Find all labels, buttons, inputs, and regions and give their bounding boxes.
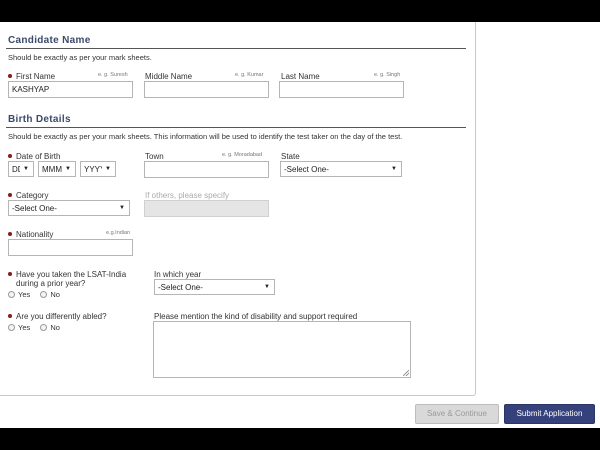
first-name-label: First Name: [8, 72, 55, 81]
differently-abled-no-option[interactable]: No: [40, 323, 60, 332]
category-label: Category: [8, 191, 48, 200]
top-black-bar: [0, 0, 600, 22]
radio-button[interactable]: [40, 324, 48, 331]
radio-button[interactable]: [8, 324, 15, 331]
dropdown-arrow-icon: ▼: [119, 205, 125, 211]
lsat-prior-label: Have you taken the LSAT-India: [8, 270, 126, 279]
differently-abled-label: Are you differently abled?: [8, 312, 107, 321]
bottom-black-bar: [0, 428, 600, 450]
dropdown-arrow-icon: ▼: [391, 166, 397, 172]
last-name-hint: e. g. Singh: [374, 72, 401, 78]
which-year-select[interactable]: -Select One- ▼: [154, 279, 275, 295]
save-continue-button[interactable]: Save & Continue: [415, 404, 499, 424]
dob-day-select[interactable]: DD▼: [8, 161, 34, 177]
radio-button[interactable]: [40, 291, 48, 298]
differently-abled-radio-group: Yes No: [8, 323, 68, 332]
others-specify-label: If others, please specify: [145, 191, 230, 200]
resize-grip-icon[interactable]: [403, 370, 409, 376]
others-specify-input[interactable]: [144, 200, 269, 217]
lsat-prior-no-option[interactable]: No: [40, 290, 60, 299]
radio-button[interactable]: [8, 291, 15, 298]
town-input[interactable]: [144, 161, 269, 178]
dropdown-arrow-icon: ▼: [65, 166, 71, 172]
lsat-prior-label-line2: during a prior year?: [16, 279, 86, 288]
dob-year-select[interactable]: YYYY▼: [80, 161, 116, 177]
category-select[interactable]: -Select One- ▼: [8, 200, 130, 216]
middle-name-input[interactable]: [144, 81, 269, 98]
lsat-prior-radio-group: Yes No: [8, 290, 68, 299]
section-divider: [6, 127, 466, 128]
application-page: Candidate Name Should be exactly as per …: [0, 22, 600, 428]
first-name-hint: e. g. Suresh: [98, 72, 128, 78]
disability-textarea[interactable]: [153, 321, 411, 378]
birth-details-note: Should be exactly as per your mark sheet…: [8, 132, 403, 141]
section-divider: [6, 48, 466, 49]
submit-application-button[interactable]: Submit Application: [504, 404, 595, 424]
nationality-input[interactable]: [8, 239, 133, 256]
differently-abled-yes-option[interactable]: Yes: [8, 323, 30, 332]
town-hint: e. g. Moradabad: [222, 152, 263, 158]
lsat-prior-yes-option[interactable]: Yes: [8, 290, 30, 299]
middle-name-label: Middle Name: [145, 72, 193, 81]
state-select[interactable]: -Select One- ▼: [280, 161, 402, 177]
last-name-input[interactable]: [279, 81, 404, 98]
middle-name-hint: e. g. Kumar: [235, 72, 264, 78]
town-label: Town: [145, 152, 164, 161]
disability-label: Please mention the kind of disability an…: [154, 312, 358, 321]
first-name-input[interactable]: KASHYAP: [8, 81, 133, 98]
dropdown-arrow-icon: ▼: [105, 166, 111, 172]
nationality-hint: e.g.Indian: [106, 230, 131, 236]
last-name-label: Last Name: [281, 72, 320, 81]
nationality-label: Nationality: [8, 230, 53, 239]
state-label: State: [281, 152, 300, 161]
candidate-name-note: Should be exactly as per your mark sheet…: [8, 53, 152, 62]
which-year-label: In which year: [154, 270, 202, 279]
form-panel: Candidate Name Should be exactly as per …: [0, 22, 476, 396]
dropdown-arrow-icon: ▼: [23, 166, 29, 172]
candidate-name-heading: Candidate Name: [8, 35, 91, 46]
birth-details-heading: Birth Details: [8, 114, 71, 125]
dropdown-arrow-icon: ▼: [264, 284, 270, 290]
dob-month-select[interactable]: MMM ▼: [38, 161, 76, 177]
date-of-birth-label: Date of Birth: [8, 152, 60, 161]
